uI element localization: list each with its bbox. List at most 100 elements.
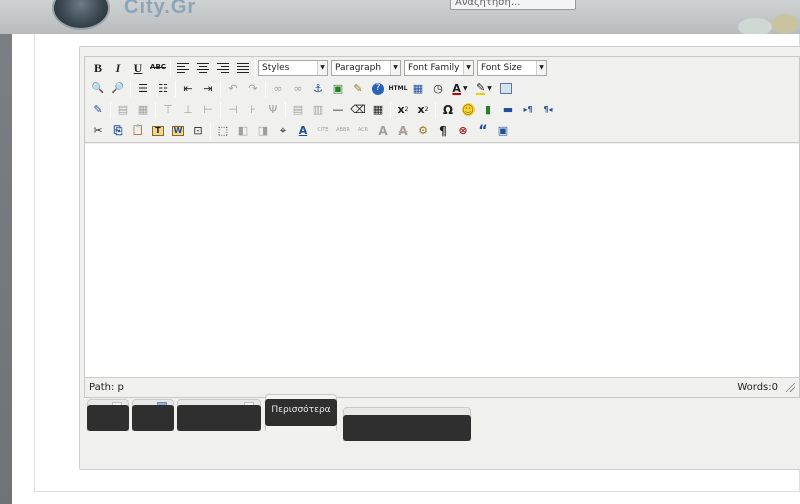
anchor-button[interactable]: ⚓	[308, 79, 328, 99]
split-cells-button[interactable]: ▤	[288, 100, 308, 120]
superscript-button[interactable]: x2	[413, 100, 433, 120]
media-button[interactable]: ▮	[478, 100, 498, 120]
toolbar-separator	[155, 101, 156, 118]
attributes-icon: ⚙	[418, 124, 428, 137]
align-left-button[interactable]	[173, 58, 193, 78]
toolbar-row-3: ✎ ▤ ▦ ⊤ ⊥ ⊢ ⊣ ⊦ Ψ ▤ ▥ — ⌫ ▦ x 2 x 2 Ω ☺ …	[88, 99, 558, 120]
form-tabs: Περισσότερα	[80, 394, 800, 471]
paste-button[interactable]: 📋	[128, 121, 148, 141]
move-backward-button[interactable]: ◨	[253, 121, 273, 141]
chevron-down-icon: ▼	[487, 84, 492, 92]
backcolor-button[interactable]: ✎ ▼	[472, 79, 496, 99]
replace-button[interactable]: 🔎	[108, 79, 128, 99]
select-all-button[interactable]: ⊡	[188, 121, 208, 141]
editor-toolbar: B I U ABC Styles ▼ Paragraph ▼ Font Fami…	[85, 57, 799, 143]
smiley-icon: ☺	[461, 102, 475, 117]
abbr-button[interactable]: ABBR	[333, 121, 353, 141]
insert-layer-button[interactable]: ⬚	[213, 121, 233, 141]
fullscreen-button[interactable]	[496, 79, 516, 99]
underline-button[interactable]: U	[128, 58, 148, 78]
template-button[interactable]: ▣	[493, 121, 513, 141]
indent-button[interactable]: ⇥	[198, 79, 218, 99]
move-backward-icon: ◨	[257, 124, 269, 137]
italic-button[interactable]: I	[108, 58, 128, 78]
attribs-button[interactable]: ⚙	[413, 121, 433, 141]
image-button[interactable]: ▣	[328, 79, 348, 99]
strikethrough-button[interactable]: ABC	[148, 58, 168, 78]
charmap-button[interactable]: Ω	[438, 100, 458, 120]
styles-select[interactable]: Styles ▼	[258, 59, 328, 76]
style-props-button[interactable]: A	[293, 121, 313, 141]
ins-button[interactable]: A	[373, 121, 393, 141]
ordered-list-button[interactable]: ☷	[153, 79, 173, 99]
paste-word-button[interactable]: W	[168, 121, 188, 141]
split-cells-icon: ▤	[292, 103, 304, 116]
editor-statusbar: Path: p Words:0	[85, 378, 799, 397]
merge-cells-button[interactable]: ▥	[308, 100, 328, 120]
cleanup-button[interactable]: ✎	[348, 79, 368, 99]
chevron-down-icon: ▼	[536, 60, 546, 75]
tab-3-label	[177, 405, 261, 431]
insert-row-before-button[interactable]: ⊤	[158, 100, 178, 120]
status-right: Words:0	[737, 382, 795, 393]
blockquote-icon: “	[478, 122, 488, 139]
blockquote-button[interactable]: “	[473, 121, 493, 141]
visual-aid-button[interactable]: ▦	[368, 100, 388, 120]
acronym-button[interactable]: ACR	[353, 121, 373, 141]
link-button[interactable]: ∞	[268, 79, 288, 99]
insert-col-before-button[interactable]: ⊣	[223, 100, 243, 120]
help-button[interactable]: ?	[368, 79, 388, 99]
del-button[interactable]: A	[393, 121, 413, 141]
font-family-select[interactable]: Font Family ▼	[404, 59, 474, 76]
paste-text-button[interactable]: T	[148, 121, 168, 141]
redo-button[interactable]: ↷	[243, 79, 263, 99]
visual-aid-icon: ▦	[372, 103, 384, 116]
cell-props-button[interactable]: ▦	[133, 100, 153, 120]
advhr-button[interactable]: ▬	[498, 100, 518, 120]
copy-button[interactable]: ⎘	[108, 121, 128, 141]
highlight-color-icon: ✎	[476, 81, 486, 95]
toolbar-separator	[130, 80, 131, 97]
ltr-button[interactable]: ▸¶	[518, 100, 538, 120]
horizontal-rule-button[interactable]: —	[328, 100, 348, 120]
absolute-position-button[interactable]: ⌖	[273, 121, 293, 141]
delete-col-button[interactable]: Ψ	[263, 100, 283, 120]
cite-button[interactable]: CITE	[313, 121, 333, 141]
visual-chars-button[interactable]: ¶	[433, 121, 453, 141]
unlink-button[interactable]: ∞	[288, 79, 308, 99]
select-all-icon: ⊡	[193, 124, 203, 137]
align-right-button[interactable]	[213, 58, 233, 78]
editor-content-area[interactable]	[85, 144, 799, 378]
cut-button[interactable]: ✂	[88, 121, 108, 141]
delete-row-button[interactable]: ⊢	[198, 100, 218, 120]
col-before-icon: ⊣	[228, 103, 238, 116]
forecolor-button[interactable]: A ▼	[448, 79, 472, 99]
nonbreaking-button[interactable]: ⊗	[453, 121, 473, 141]
unordered-list-button[interactable]: ☰	[133, 79, 153, 99]
undo-button[interactable]: ↶	[223, 79, 243, 99]
insert-time-button[interactable]: ◷	[428, 79, 448, 99]
row-props-button[interactable]: ▤	[113, 100, 133, 120]
outdent-button[interactable]: ⇤	[178, 79, 198, 99]
emotions-button[interactable]: ☺	[458, 100, 478, 120]
font-size-select[interactable]: Font Size ▼	[477, 59, 547, 76]
subscript-button[interactable]: x2	[393, 100, 413, 120]
rtl-button[interactable]: ¶◂	[538, 100, 558, 120]
move-forward-icon: ◧	[237, 124, 249, 137]
insert-date-button[interactable]: ▦	[408, 79, 428, 99]
align-center-button[interactable]	[193, 58, 213, 78]
align-justify-button[interactable]	[233, 58, 253, 78]
resize-handle-icon[interactable]	[786, 383, 795, 392]
remove-format-button[interactable]: ⌫	[348, 100, 368, 120]
insert-row-after-button[interactable]: ⊥	[178, 100, 198, 120]
find-button[interactable]: 🔍	[88, 79, 108, 99]
bold-button[interactable]: B	[88, 58, 108, 78]
html-icon: HTML	[388, 84, 408, 92]
html-source-button[interactable]: HTML	[388, 79, 408, 99]
edit-css-button[interactable]: ✎	[88, 100, 108, 120]
insert-col-after-button[interactable]: ⊦	[243, 100, 263, 120]
move-forward-button[interactable]: ◧	[233, 121, 253, 141]
subscript-icon: x	[397, 103, 405, 116]
format-select[interactable]: Paragraph ▼	[331, 59, 401, 76]
fullscreen-icon	[500, 83, 512, 94]
